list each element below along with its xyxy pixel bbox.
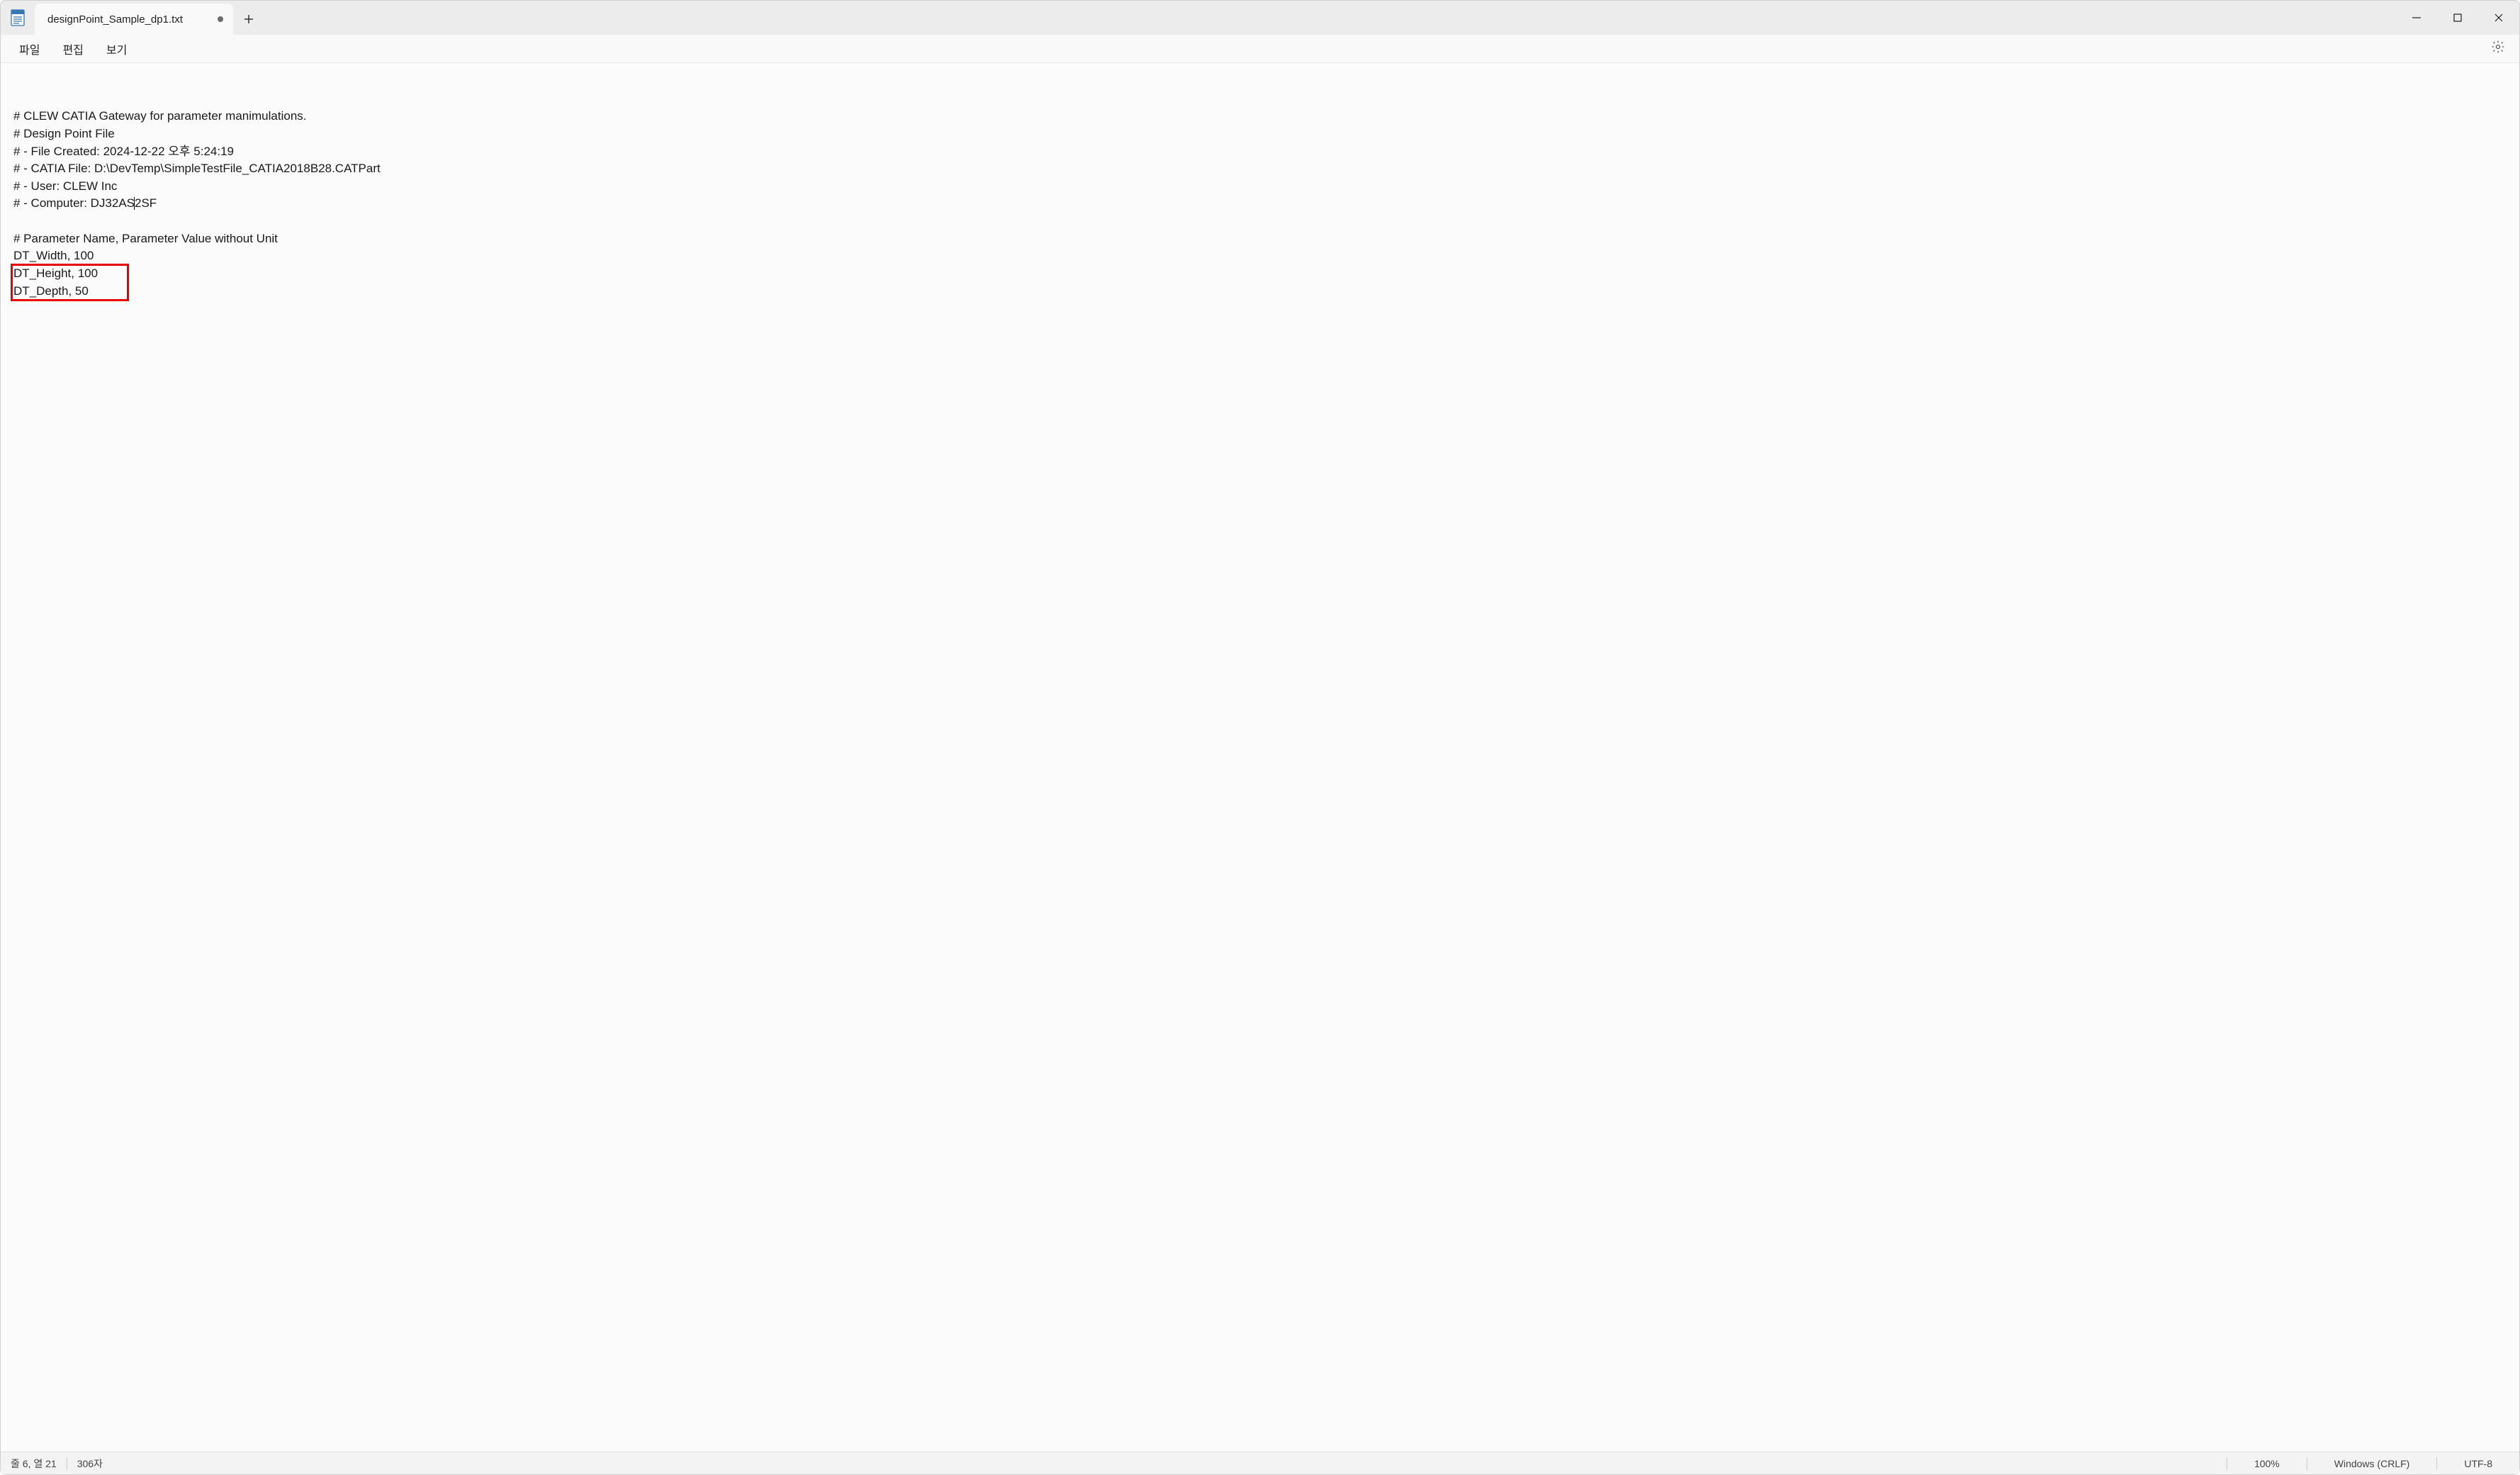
editor-line: # - User: CLEW Inc — [13, 178, 2507, 196]
new-tab-button[interactable] — [233, 4, 264, 35]
menu-file[interactable]: 파일 — [8, 36, 51, 62]
status-zoom[interactable]: 100% — [2237, 1458, 2297, 1469]
close-button[interactable] — [2478, 1, 2519, 35]
menu-edit[interactable]: 편집 — [51, 36, 94, 62]
text-editor[interactable]: # CLEW CATIA Gateway for parameter manim… — [1, 63, 2519, 1452]
status-char-count[interactable]: 306자 — [77, 1457, 103, 1471]
editor-line: # - CATIA File: D:\DevTemp\SimpleTestFil… — [13, 160, 2507, 178]
editor-line: # - File Created: 2024-12-22 오후 5:24:19 — [13, 143, 2507, 161]
status-encoding[interactable]: UTF-8 — [2447, 1458, 2509, 1469]
editor-line: DT_Depth, 50 — [13, 283, 2507, 301]
menubar: 파일 편집 보기 — [1, 35, 2519, 63]
titlebar: designPoint_Sample_dp1.txt — [1, 1, 2519, 35]
editor-content: # CLEW CATIA Gateway for parameter manim… — [13, 108, 2507, 300]
settings-button[interactable] — [2484, 35, 2512, 62]
tab-title: designPoint_Sample_dp1.txt — [47, 13, 183, 26]
modified-dot-icon — [218, 16, 223, 22]
menu-view[interactable]: 보기 — [95, 36, 138, 62]
editor-line: # Design Point File — [13, 125, 2507, 143]
app-icon — [1, 1, 35, 35]
statusbar: 줄 6, 열 21 306자 100% Windows (CRLF) UTF-8 — [1, 1452, 2519, 1474]
minimize-button[interactable] — [2396, 1, 2437, 35]
editor-line — [13, 213, 2507, 230]
notepad-window: designPoint_Sample_dp1.txt 파일 편집 보기 — [0, 0, 2520, 1475]
editor-line: DT_Height, 100 — [13, 265, 2507, 283]
window-controls — [2396, 1, 2519, 35]
status-line-ending[interactable]: Windows (CRLF) — [2317, 1458, 2427, 1469]
status-separator — [2436, 1457, 2437, 1470]
editor-line: # Parameter Name, Parameter Value withou… — [13, 230, 2507, 248]
active-tab[interactable]: designPoint_Sample_dp1.txt — [35, 4, 233, 35]
editor-line: DT_Width, 100 — [13, 247, 2507, 265]
status-cursor-position[interactable]: 줄 6, 열 21 — [11, 1457, 57, 1471]
editor-line: # CLEW CATIA Gateway for parameter manim… — [13, 108, 2507, 125]
editor-line: # - Computer: DJ32AS2SF — [13, 195, 2507, 213]
maximize-button[interactable] — [2437, 1, 2478, 35]
